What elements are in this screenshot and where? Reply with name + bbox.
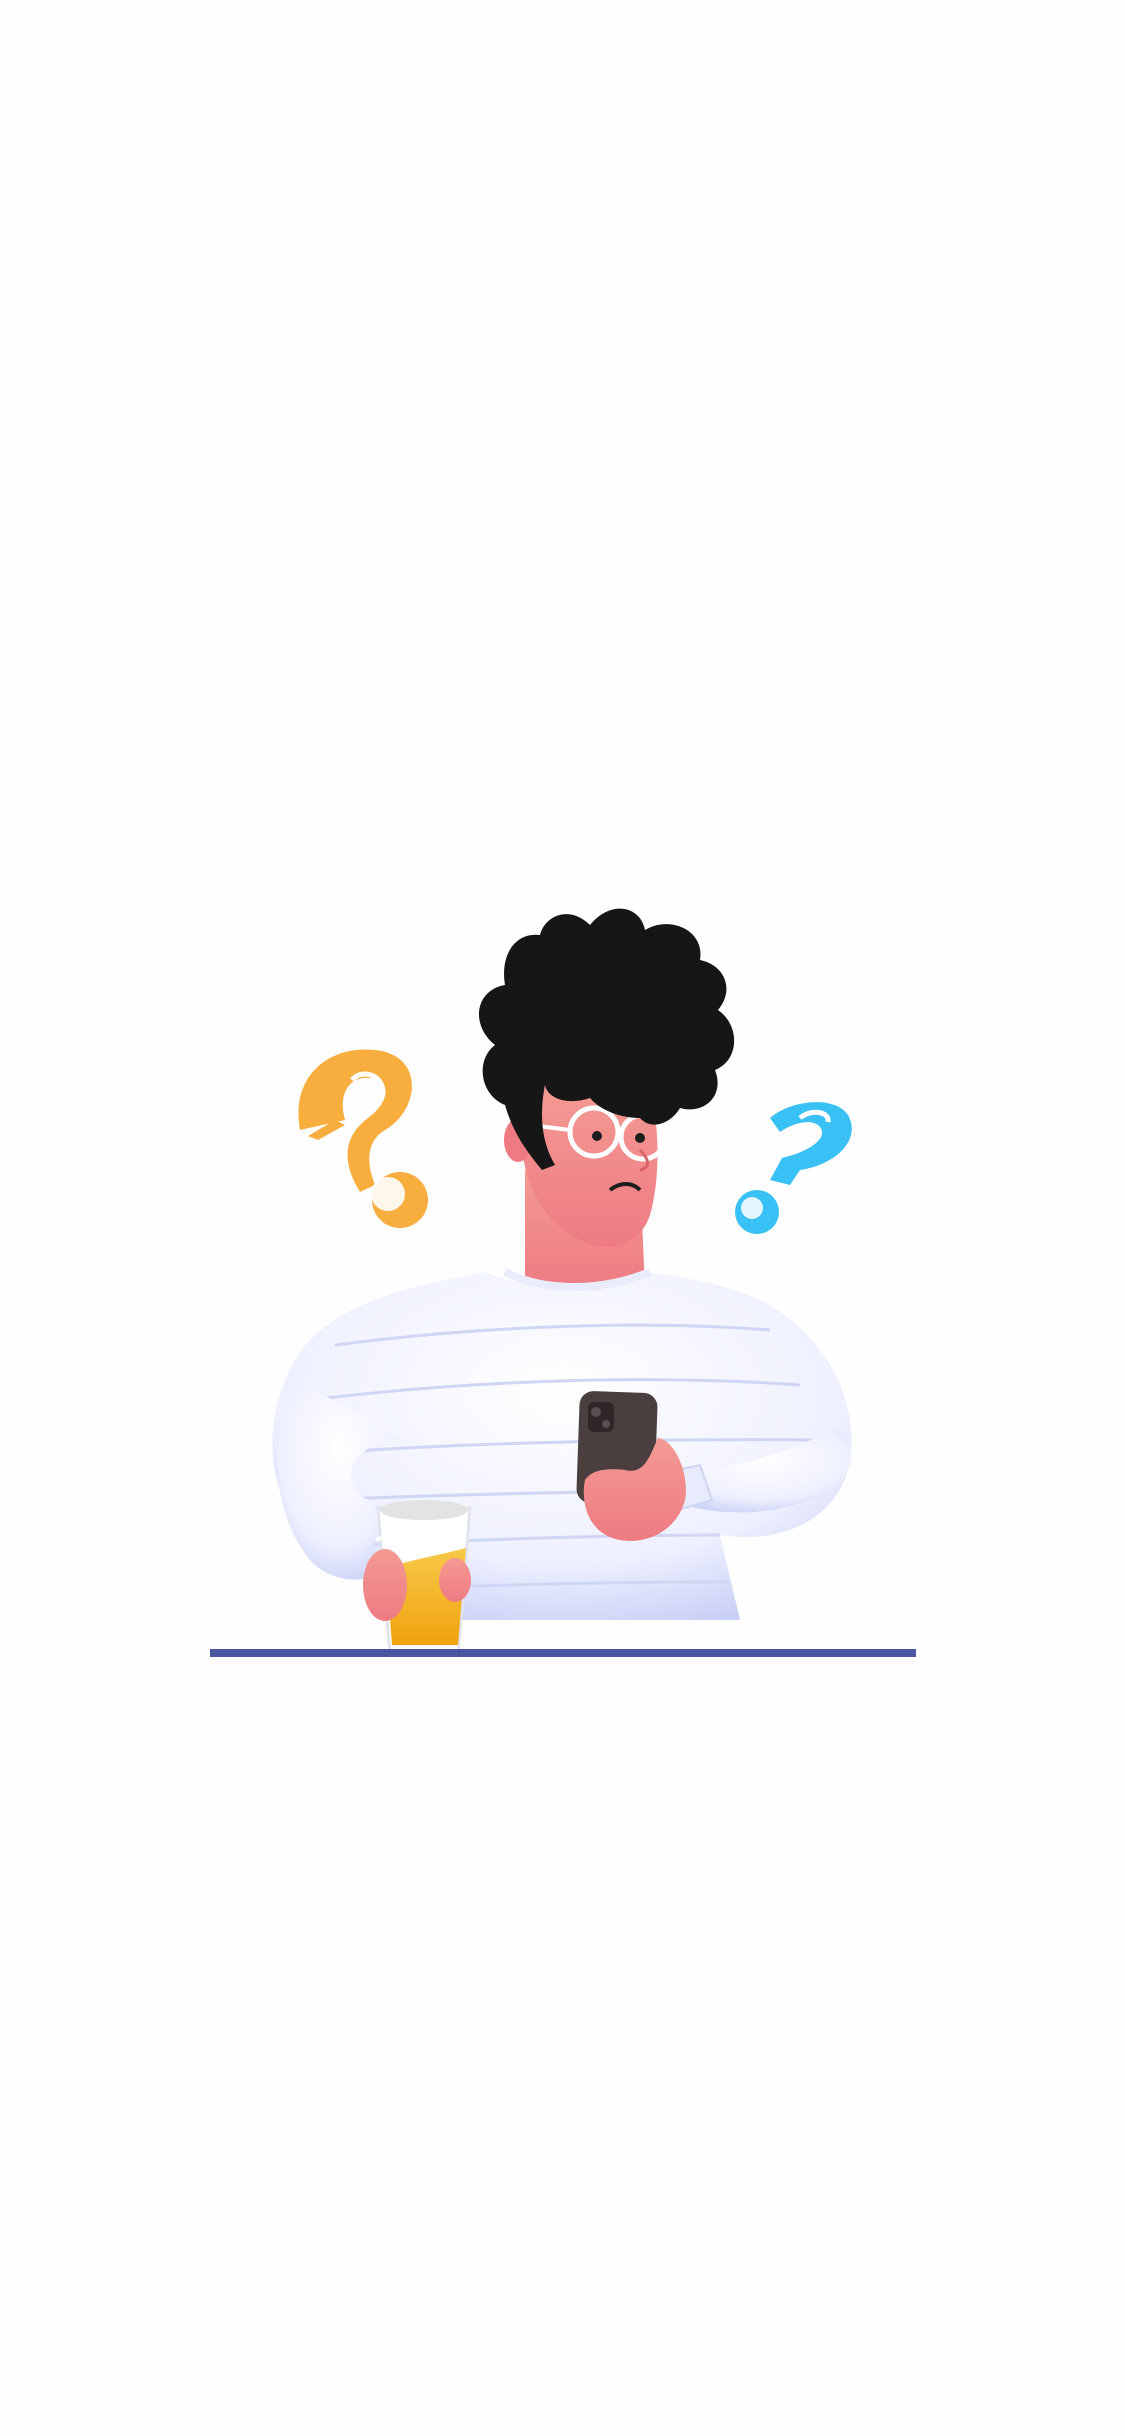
empty-state-screen [0,0,1125,2436]
question-mark-right-icon [735,1102,852,1234]
question-mark-left-icon [298,1049,428,1228]
confused-person-illustration [210,908,916,1657]
ground-line [210,1649,916,1657]
